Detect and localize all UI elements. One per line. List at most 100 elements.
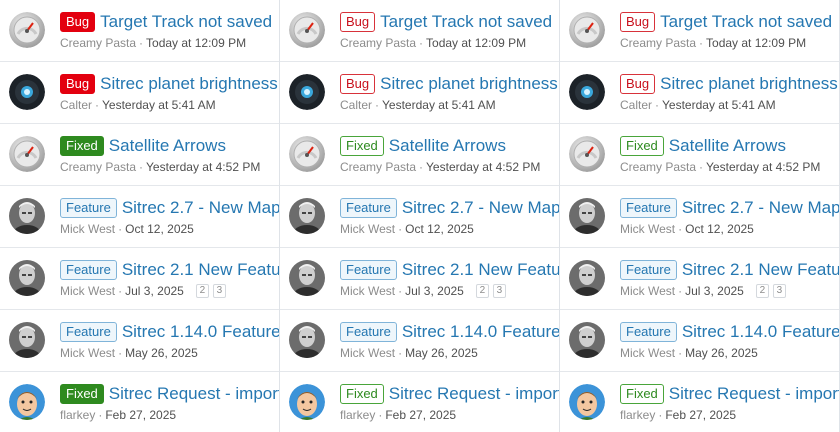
thread-title-link[interactable]: Satellite Arrows xyxy=(389,136,506,156)
thread-row[interactable]: Feature Sitrec 2.7 - New Maps Mick West · Oc… xyxy=(280,186,559,248)
thread-author-link[interactable]: flarkey xyxy=(620,408,655,422)
thread-date-link[interactable]: Jul 3, 2025 xyxy=(405,284,464,298)
avatar[interactable] xyxy=(569,198,605,234)
thread-row[interactable]: Fixed Sitrec Request - import flarkey · Feb … xyxy=(0,372,279,432)
thread-row[interactable]: FeatureSitrec 2.1 New Features Mick West·… xyxy=(280,248,559,310)
thread-author-link[interactable]: Creamy Pasta xyxy=(340,36,416,50)
thread-row[interactable]: Bug Target Track not saved Creamy Pasta · To… xyxy=(280,0,559,62)
thread-date-link[interactable]: Yesterday at 5:41 AM xyxy=(662,98,776,112)
thread-prefix-badge[interactable]: Feature xyxy=(340,260,397,280)
thread-author-link[interactable]: Mick West xyxy=(620,222,675,236)
thread-row[interactable]: Bug Sitrec planet brightness Calter · Yester… xyxy=(280,62,559,124)
cartoon-face-icon[interactable] xyxy=(9,384,45,420)
thread-prefix-badge[interactable]: Feature xyxy=(340,198,397,218)
thread-author-link[interactable]: Mick West xyxy=(60,284,115,298)
thread-prefix-badge[interactable]: Feature xyxy=(620,198,677,218)
thread-date-link[interactable]: Jul 3, 2025 xyxy=(685,284,744,298)
thread-prefix-badge[interactable]: Bug xyxy=(60,12,96,32)
avatar[interactable] xyxy=(569,260,605,296)
thread-title-link[interactable]: Sitrec 2.1 New Features xyxy=(682,260,839,280)
thread-author-link[interactable]: flarkey xyxy=(340,408,375,422)
thread-title-link[interactable]: Sitrec Request - import xyxy=(109,384,279,404)
thread-row[interactable]: Fixed Satellite Arrows Creamy Pasta · Yester… xyxy=(0,124,279,186)
thread-prefix-badge[interactable]: Feature xyxy=(620,322,677,342)
thread-row[interactable]: Bug Sitrec planet brightness Calter · Yester… xyxy=(560,62,839,124)
page-link[interactable]: 2 xyxy=(195,284,209,298)
thread-date-link[interactable]: Yesterday at 4:52 PM xyxy=(426,160,540,174)
page-link[interactable]: 3 xyxy=(492,284,506,298)
avatar[interactable] xyxy=(9,260,45,296)
thread-row[interactable]: FeatureSitrec 1.14.0 Feature roundup Mick… xyxy=(560,310,839,372)
thread-title-link[interactable]: Sitrec 1.14.0 Feature roundup xyxy=(122,322,279,342)
thread-date-link[interactable]: Oct 12, 2025 xyxy=(125,222,194,236)
thread-row[interactable]: FeatureSitrec 1.14.0 Feature roundup Mick… xyxy=(280,310,559,372)
thread-prefix-badge[interactable]: Feature xyxy=(340,322,397,342)
thread-prefix-badge[interactable]: Fixed xyxy=(340,384,384,404)
thread-title-link[interactable]: Sitrec planet brightness xyxy=(380,74,558,94)
thread-prefix-badge[interactable]: Feature xyxy=(60,198,117,218)
thread-author-link[interactable]: Mick West xyxy=(340,284,395,298)
thread-author-link[interactable]: Creamy Pasta xyxy=(620,36,696,50)
thread-author-link[interactable]: flarkey xyxy=(60,408,95,422)
thread-prefix-badge[interactable]: Fixed xyxy=(340,136,384,156)
thread-date-link[interactable]: May 26, 2025 xyxy=(685,346,758,360)
avatar[interactable] xyxy=(289,260,325,296)
thread-title-link[interactable]: Target Track not saved xyxy=(380,12,552,32)
thread-date-link[interactable]: Today at 12:09 PM xyxy=(146,36,246,50)
gauge-icon[interactable] xyxy=(289,136,325,172)
thread-title-link[interactable]: Sitrec 1.14.0 Feature roundup xyxy=(402,322,559,342)
thread-author-link[interactable]: Creamy Pasta xyxy=(60,160,136,174)
page-link[interactable]: 3 xyxy=(772,284,786,298)
thread-row[interactable]: FeatureSitrec 2.1 New Features Mick West·… xyxy=(0,248,279,310)
avatar[interactable] xyxy=(9,322,45,358)
page-link[interactable]: 3 xyxy=(212,284,226,298)
thread-title-link[interactable]: Sitrec 2.1 New Features xyxy=(402,260,559,280)
thread-prefix-badge[interactable]: Bug xyxy=(340,74,376,94)
thread-author-link[interactable]: Creamy Pasta xyxy=(340,160,416,174)
thread-title-link[interactable]: Satellite Arrows xyxy=(109,136,226,156)
thread-date-link[interactable]: May 26, 2025 xyxy=(405,346,478,360)
thread-date-link[interactable]: Feb 27, 2025 xyxy=(105,408,176,422)
avatar[interactable] xyxy=(569,322,605,358)
thread-date-link[interactable]: Yesterday at 5:41 AM xyxy=(102,98,216,112)
thread-prefix-badge[interactable]: Fixed xyxy=(60,384,104,404)
cartoon-face-icon[interactable] xyxy=(569,384,605,420)
thread-prefix-badge[interactable]: Bug xyxy=(620,74,656,94)
page-link[interactable]: 2 xyxy=(475,284,489,298)
thread-title-link[interactable]: Sitrec Request - import xyxy=(389,384,559,404)
thread-row[interactable]: Fixed Satellite Arrows Creamy Pasta · Yester… xyxy=(560,124,839,186)
thread-prefix-badge[interactable]: Feature xyxy=(60,260,117,280)
thread-date-link[interactable]: Oct 12, 2025 xyxy=(685,222,754,236)
thread-title-link[interactable]: Sitrec 1.14.0 Feature roundup xyxy=(682,322,839,342)
gauge-icon[interactable] xyxy=(9,136,45,172)
gauge-icon[interactable] xyxy=(569,12,605,48)
thread-date-link[interactable]: Feb 27, 2025 xyxy=(385,408,456,422)
gauge-icon[interactable] xyxy=(569,136,605,172)
thread-date-link[interactable]: Yesterday at 5:41 AM xyxy=(382,98,496,112)
gauge-icon[interactable] xyxy=(289,12,325,48)
thread-row[interactable]: Bug Target Track not saved Creamy Pasta · To… xyxy=(560,0,839,62)
thread-title-link[interactable]: Target Track not saved xyxy=(660,12,832,32)
thread-author-link[interactable]: Mick West xyxy=(620,346,675,360)
thread-title-link[interactable]: Sitrec 2.7 - New Maps xyxy=(682,198,839,218)
thread-author-link[interactable]: Calter xyxy=(620,98,652,112)
thread-title-link[interactable]: Sitrec 2.7 - New Maps xyxy=(122,198,279,218)
thread-prefix-badge[interactable]: Fixed xyxy=(60,136,104,156)
thread-date-link[interactable]: May 26, 2025 xyxy=(125,346,198,360)
avatar[interactable] xyxy=(289,198,325,234)
thread-title-link[interactable]: Sitrec planet brightness xyxy=(660,74,838,94)
dark-orb-icon[interactable] xyxy=(569,74,605,110)
avatar[interactable] xyxy=(9,198,45,234)
page-link[interactable]: 2 xyxy=(755,284,769,298)
thread-title-link[interactable]: Satellite Arrows xyxy=(669,136,786,156)
thread-row[interactable]: Fixed Satellite Arrows Creamy Pasta · Yester… xyxy=(280,124,559,186)
thread-row[interactable]: FeatureSitrec 2.1 New Features Mick West·… xyxy=(560,248,839,310)
thread-row[interactable]: Fixed Sitrec Request - import flarkey · Feb … xyxy=(560,372,839,432)
thread-row[interactable]: Fixed Sitrec Request - import flarkey · Feb … xyxy=(280,372,559,432)
thread-author-link[interactable]: Calter xyxy=(60,98,92,112)
thread-author-link[interactable]: Mick West xyxy=(60,346,115,360)
thread-date-link[interactable]: Today at 12:09 PM xyxy=(426,36,526,50)
gauge-icon[interactable] xyxy=(9,12,45,48)
dark-orb-icon[interactable] xyxy=(9,74,45,110)
thread-prefix-badge[interactable]: Bug xyxy=(60,74,96,94)
